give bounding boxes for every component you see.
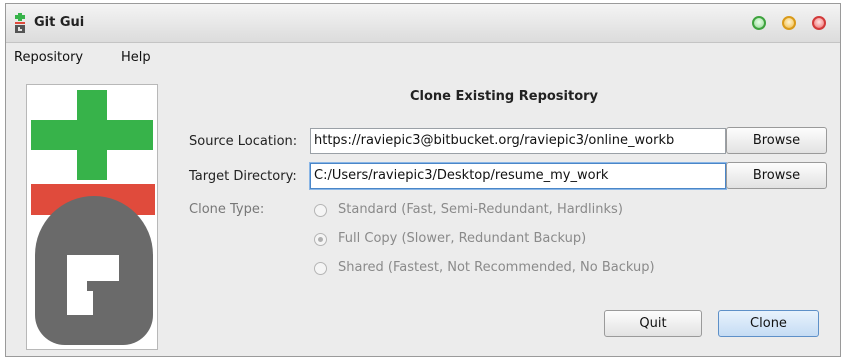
radio-button[interactable] [314,204,327,217]
dialog-heading: Clone Existing Repository [410,89,599,104]
radio-button[interactable] [314,262,327,275]
clone-type-standard-label: Standard (Fast, Semi-Redundant, Hardlink… [338,202,623,217]
window-title: Git Gui [34,15,85,30]
menu-help[interactable]: Help [121,50,151,65]
target-directory-input[interactable]: C:/Users/raviepic3/Desktop/resume_my_wor… [310,163,726,189]
git-logo-graphic [31,90,155,345]
browse-target-button[interactable]: Browse [726,162,827,189]
close-button[interactable] [812,16,826,30]
target-directory-label: Target Directory: [189,169,297,184]
source-location-label: Source Location: [189,134,298,149]
git-gui-app-icon [15,13,25,33]
radio-button-selected[interactable] [314,233,327,246]
source-location-input[interactable]: https://raviepic3@bitbucket.org/raviepic… [310,128,726,154]
clone-type-full-copy-label: Full Copy (Slower, Redundant Backup) [338,231,587,246]
clone-type-label: Clone Type: [189,202,265,217]
menu-bar: Repository Help [6,43,840,73]
browse-source-button[interactable]: Browse [726,127,827,154]
menu-repository[interactable]: Repository [14,50,83,65]
title-bar[interactable]: Git Gui [6,4,840,43]
git-logo [26,84,158,350]
clone-type-shared-label: Shared (Fastest, Not Recommended, No Bac… [338,260,655,275]
quit-button[interactable]: Quit [604,310,702,337]
minimize-button[interactable] [782,16,796,30]
maximize-button[interactable] [752,16,766,30]
clone-button[interactable]: Clone [718,310,819,337]
